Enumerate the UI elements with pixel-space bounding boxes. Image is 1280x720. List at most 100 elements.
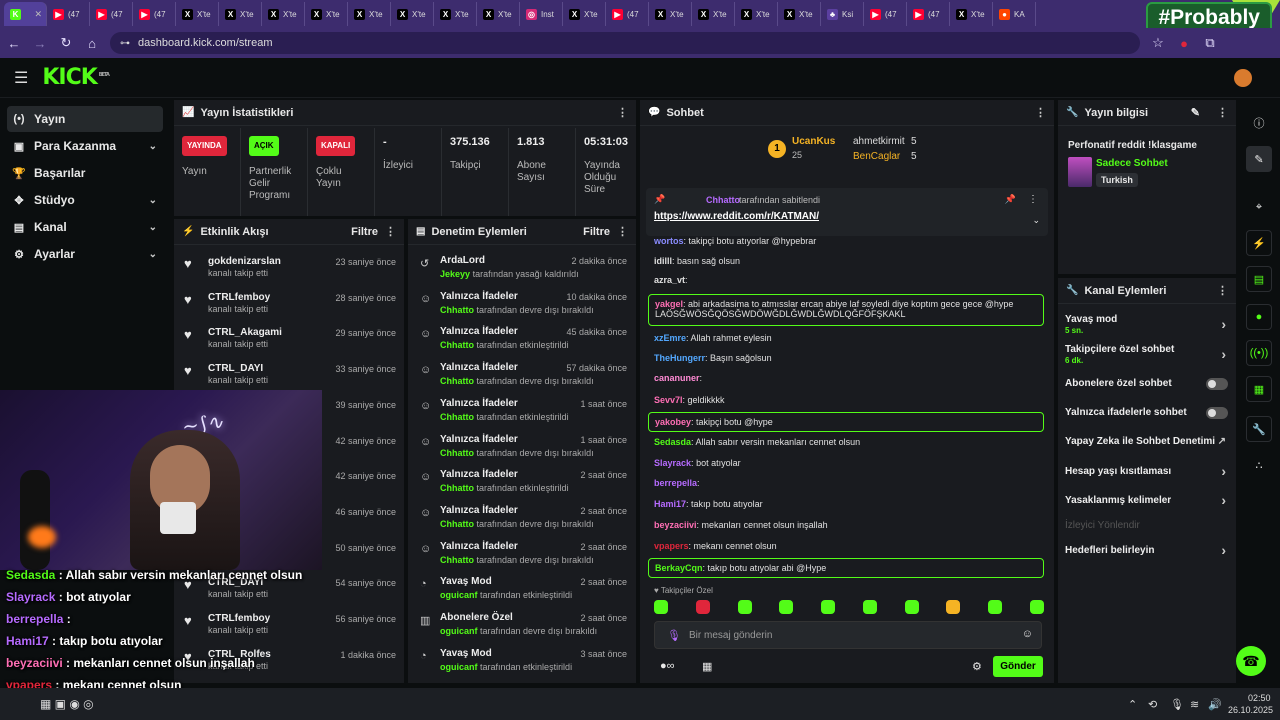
chevron-right-icon[interactable]: › (1221, 492, 1226, 508)
browser-tab[interactable]: X X'te (477, 2, 520, 26)
emote-icon[interactable] (821, 600, 836, 614)
channel-action-item[interactable]: Yavaş mod 5 sn. › (1065, 314, 1230, 335)
more-icon[interactable]: ⋮ (617, 106, 628, 119)
chat-input[interactable]: 🎙 Bir mesaj gönderin ☺ (654, 621, 1042, 649)
chat-username[interactable]: beyzaciivi (654, 520, 697, 530)
avatar[interactable] (1234, 69, 1252, 87)
moderator-name[interactable]: Chhatto (440, 555, 474, 565)
chat-username[interactable]: azra_vt (654, 275, 685, 285)
chevron-down-icon[interactable]: ⌄ (1032, 215, 1040, 226)
toggle-switch[interactable] (1206, 407, 1228, 419)
moderator-name[interactable]: Chhatto (440, 448, 474, 458)
browser-tab[interactable]: ♣ Ksi (821, 2, 864, 26)
external-link-icon[interactable]: ↗ (1218, 436, 1226, 447)
emote-icon[interactable] (862, 600, 877, 614)
browser-tab[interactable]: X X'te (649, 2, 692, 26)
channel-action-item[interactable]: Abonelere özel sohbet (1065, 378, 1230, 390)
emote-icon[interactable] (779, 600, 794, 614)
pinned-link[interactable]: https://www.reddit.com/r/KATMAN/ (654, 211, 819, 222)
emote-icon[interactable] (946, 600, 961, 614)
chat-icon[interactable]: ● (1246, 304, 1272, 330)
broadcast-icon[interactable]: ((•)) (1246, 340, 1272, 366)
mic-icon[interactable]: 🎙 (667, 629, 681, 642)
chevron-down-icon[interactable]: ⌄ (149, 222, 157, 233)
browser-tab[interactable]: X X'te (176, 2, 219, 26)
moderator-name[interactable]: Chhatto (440, 376, 474, 386)
gift-icon[interactable]: ▦ (702, 660, 712, 673)
emote-icon[interactable] (988, 600, 1003, 614)
chat-username[interactable]: yakgel (655, 299, 683, 309)
filter-button[interactable]: Filtre (351, 226, 378, 238)
chat-username[interactable]: vpapers (654, 541, 689, 551)
moderator-name[interactable]: oguicanf (440, 626, 478, 636)
nav-item[interactable]: ▣ Para Kazanma ⌄ (7, 133, 163, 159)
tray-chevron-icon[interactable]: ⌃ (1128, 698, 1137, 711)
tray-volume-icon[interactable]: 🔊 (1208, 698, 1222, 711)
browser-tab[interactable]: ▶ (47 (864, 2, 907, 26)
activity-user[interactable]: gokdenizarslan (208, 256, 281, 267)
chat-username[interactable]: cananuner (654, 373, 700, 383)
site-info-icon[interactable]: ⊶ (120, 38, 130, 49)
browser-tab[interactable]: X X'te (262, 2, 305, 26)
nav-item[interactable]: ✥ Stüdyo ⌄ (7, 187, 163, 213)
browser-tab[interactable]: X X'te (391, 2, 434, 26)
tray-wifi-icon[interactable]: ≋ (1190, 698, 1199, 711)
back-icon[interactable]: ← (6, 36, 22, 51)
moderator-name[interactable]: Jekeyy (440, 269, 470, 279)
chat-username[interactable]: Sedasda (654, 437, 691, 447)
chat-username[interactable]: Slayrack (654, 458, 691, 468)
browser-tab[interactable]: ▶ (47 (606, 2, 649, 26)
browser-tab[interactable]: X X'te (778, 2, 821, 26)
browser-tab[interactable]: K ✕ (4, 2, 47, 26)
close-icon[interactable]: ✕ (34, 9, 42, 20)
toggle-switch[interactable] (1206, 378, 1228, 390)
chat-username[interactable]: TheHungerr (654, 353, 705, 363)
emote-icon[interactable] (1029, 600, 1044, 614)
activity-user[interactable]: CTRLfemboy (208, 292, 270, 303)
emote-icon[interactable] (695, 600, 710, 614)
reload-icon[interactable]: ↻ (58, 35, 74, 51)
browser-tab[interactable]: X X'te (305, 2, 348, 26)
info-icon[interactable]: ⓘ (1246, 110, 1272, 136)
activity-user[interactable]: CTRL_DAYI (208, 363, 268, 374)
chevron-right-icon[interactable]: › (1221, 346, 1226, 362)
browser-tab[interactable]: X X'te (563, 2, 606, 26)
more-icon[interactable]: ⋮ (1035, 106, 1046, 119)
focus-icon[interactable]: ⌖ (1246, 194, 1272, 220)
url-field[interactable]: ⊶ dashboard.kick.com/stream (110, 32, 1140, 54)
moderator-name[interactable]: Chhatto (440, 483, 474, 493)
chat-username[interactable]: wortos (654, 236, 684, 246)
browser-tab[interactable]: ▶ (47 (47, 2, 90, 26)
browser-tab[interactable]: ▶ (47 (133, 2, 176, 26)
shapes-icon[interactable]: ●∞ (660, 660, 675, 672)
chevron-down-icon[interactable]: ⌄ (149, 195, 157, 206)
nav-item[interactable]: ⚙ Ayarlar ⌄ (7, 241, 163, 267)
menu-icon[interactable]: ☰ (14, 68, 28, 88)
chevron-right-icon[interactable]: › (1221, 542, 1226, 558)
browser-tab[interactable]: X X'te (692, 2, 735, 26)
chat-username[interactable]: Hami17 (654, 499, 686, 509)
chat-username[interactable]: BerkayCqn (655, 563, 703, 573)
channel-action-item[interactable]: Takipçilere özel sohbet 6 dk. › (1065, 344, 1230, 365)
activity-user[interactable]: CTRLfemboy (208, 613, 270, 624)
chat-username[interactable]: yakobey (655, 417, 691, 427)
tray-sync-icon[interactable]: ⟲ (1148, 698, 1157, 711)
browser-tab[interactable]: ◎ Inst (520, 2, 563, 26)
wrench-icon[interactable]: 🔧 (1246, 416, 1272, 442)
settings-icon[interactable]: ⚙ (972, 660, 982, 673)
moderator-name[interactable]: Chhatto (440, 412, 474, 422)
moderator-name[interactable]: oguicanf (440, 590, 478, 600)
browser-tab[interactable]: X X'te (219, 2, 262, 26)
filter-button[interactable]: Filtre (583, 226, 610, 238)
shapes-icon[interactable]: ∴ (1246, 452, 1272, 478)
nav-item[interactable]: ▤ Kanal ⌄ (7, 214, 163, 240)
channel-action-item[interactable]: Yalnızca ifadelerle sohbet (1065, 407, 1230, 419)
chat-username[interactable]: idilll (654, 256, 672, 266)
chevron-right-icon[interactable]: › (1221, 316, 1226, 332)
browser-tab[interactable]: ▶ (47 (907, 2, 950, 26)
edit-icon[interactable]: ✎ (1246, 146, 1272, 172)
nav-item[interactable]: 🏆 Başarılar (7, 160, 163, 186)
nav-item[interactable]: (•) Yayın (7, 106, 163, 132)
emote-icon[interactable] (737, 600, 752, 614)
chevron-down-icon[interactable]: ⌄ (149, 249, 157, 260)
